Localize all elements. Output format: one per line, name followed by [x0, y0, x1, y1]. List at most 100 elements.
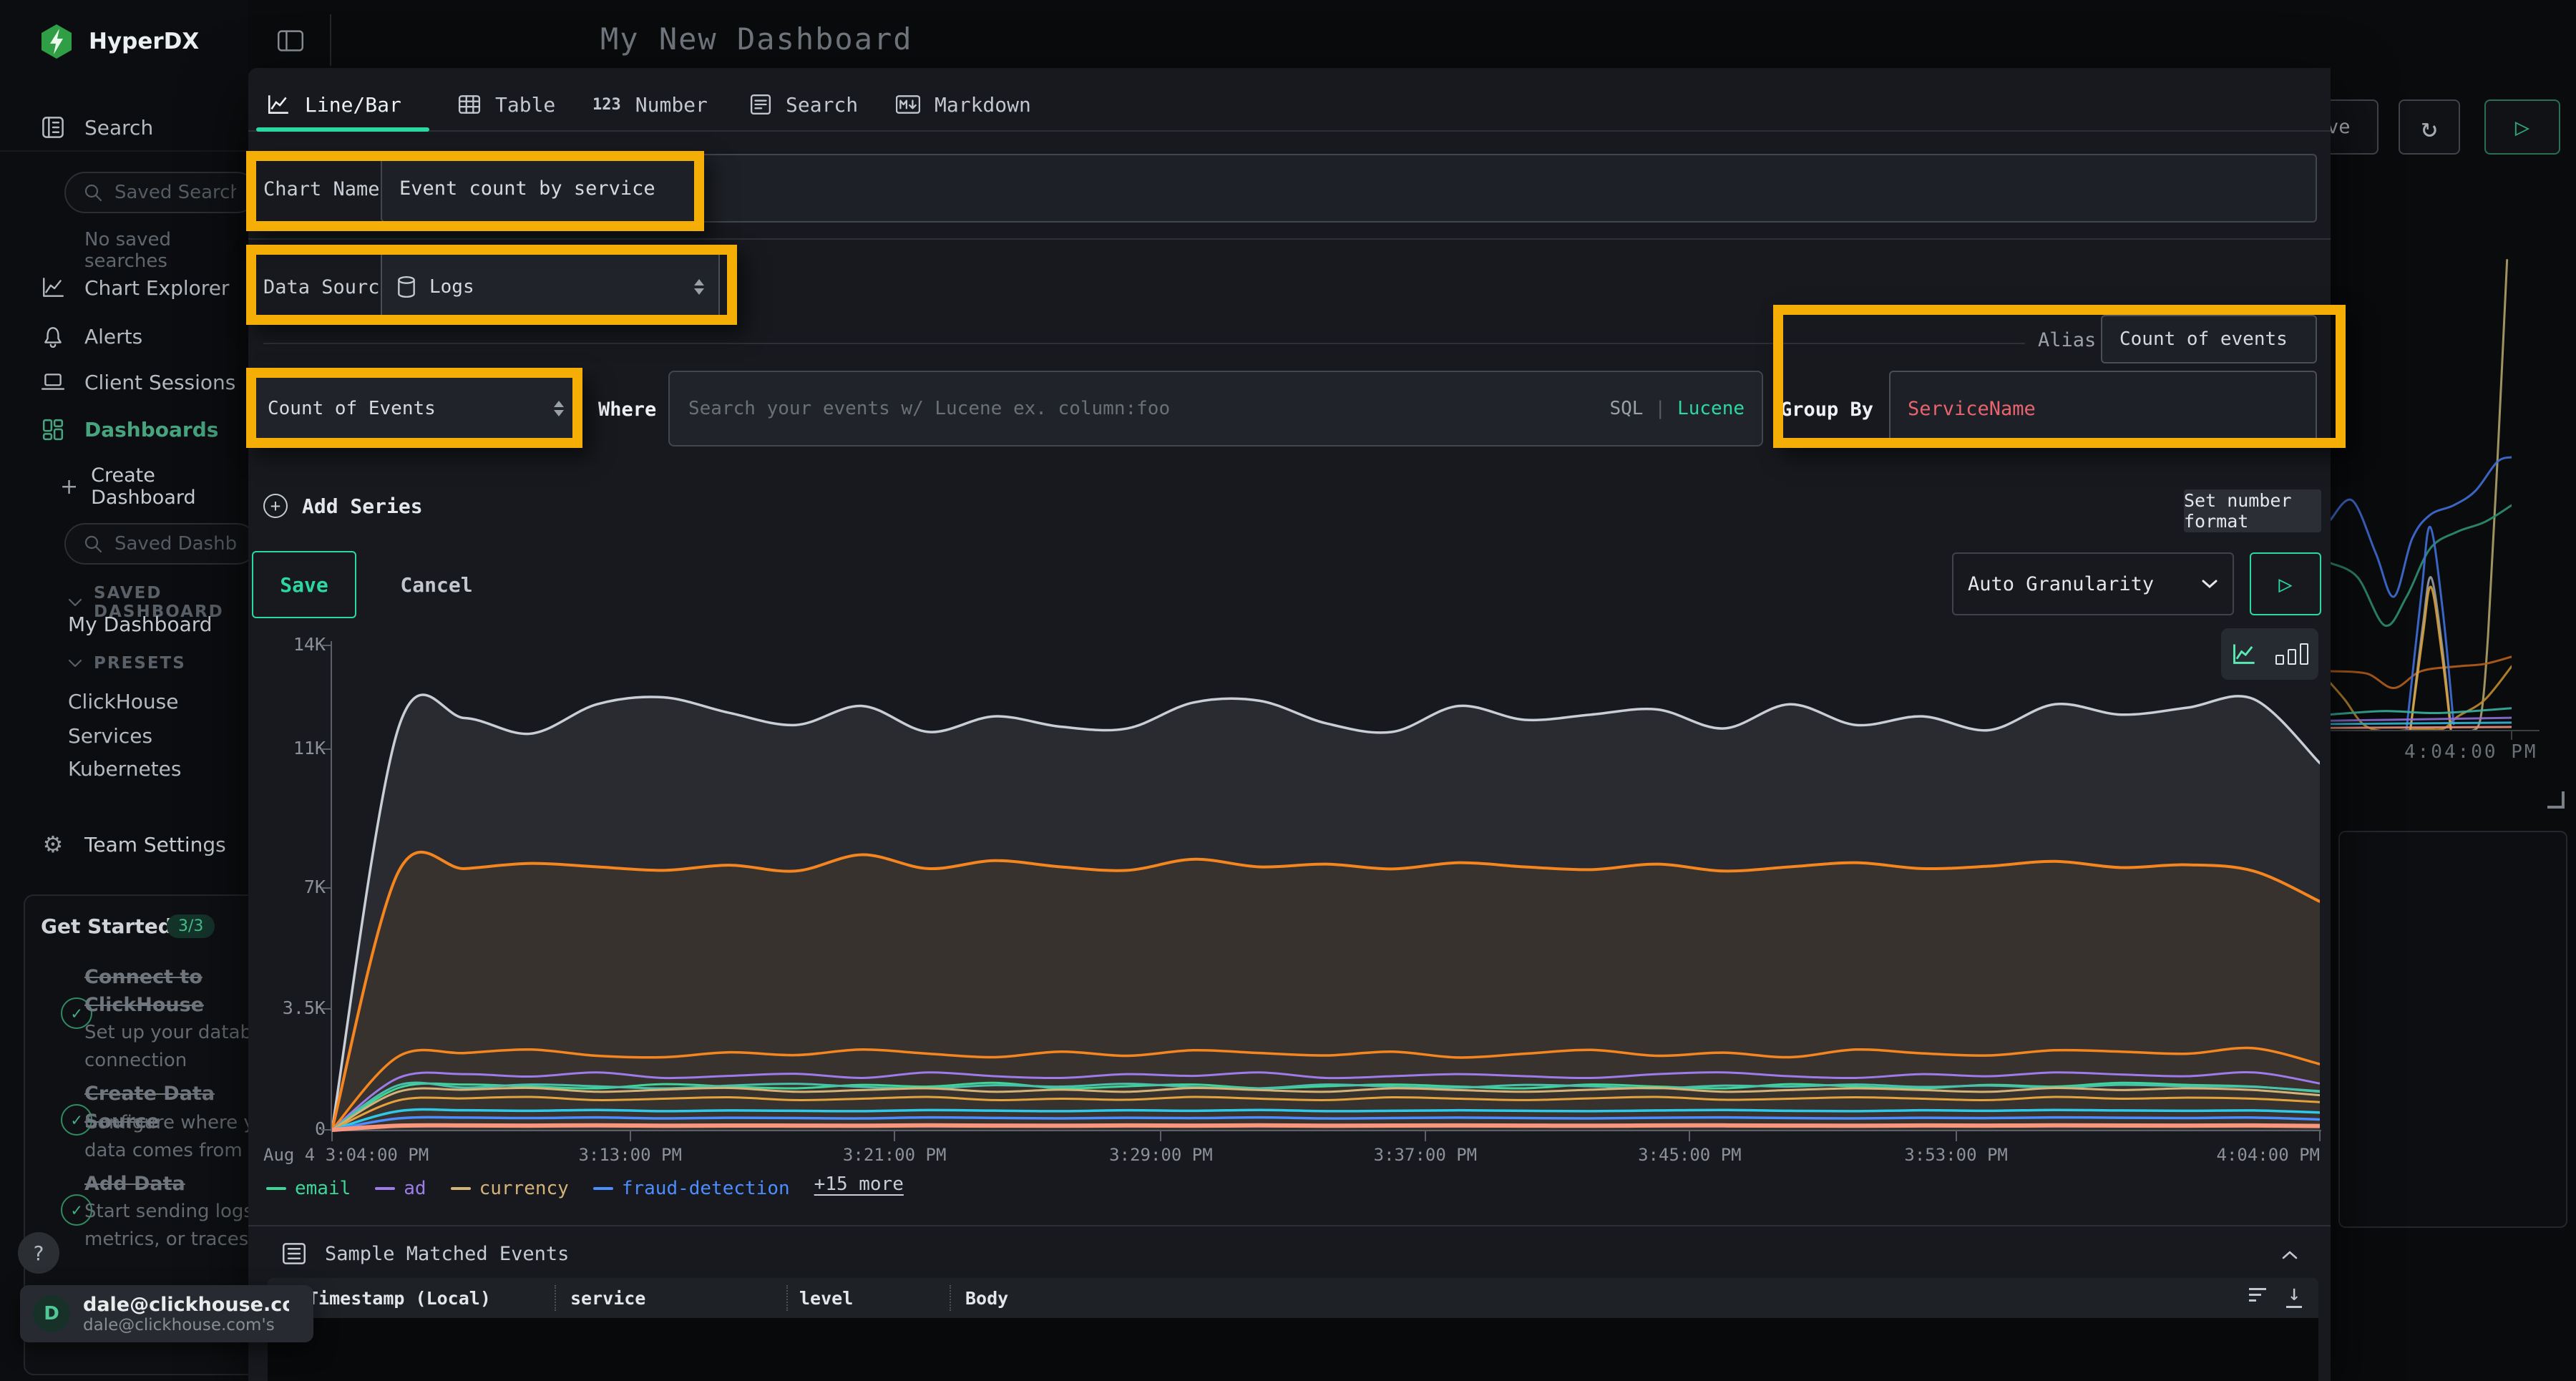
tab-number[interactable]: 123 Number	[592, 77, 708, 132]
events-table-body	[268, 1318, 2318, 1381]
tab-markdown[interactable]: Markdown	[896, 77, 1031, 132]
number-123-icon: 123	[592, 96, 621, 114]
section-divider	[248, 1225, 2331, 1226]
where-input[interactable]: SQL | Lucene	[668, 371, 1763, 446]
saved-searches-input[interactable]	[113, 181, 238, 204]
sidebar-item-dashboards[interactable]: Dashboards	[40, 414, 218, 445]
create-dashboard-label: Create Dashboard	[91, 464, 248, 509]
sidebar-item-client-sessions[interactable]: Client Sessions	[40, 366, 235, 398]
search-icon	[83, 182, 103, 202]
sidebar-item-team-settings[interactable]: ⚙ Team Settings	[40, 829, 226, 860]
sidebar-item-search[interactable]: Search	[40, 112, 153, 143]
saved-dashboards-search[interactable]	[64, 523, 258, 565]
column-separator[interactable]	[950, 1285, 951, 1311]
saved-dashboards-input[interactable]	[113, 532, 238, 555]
sample-events-header[interactable]: Sample Matched Events	[282, 1242, 569, 1265]
active-tab-underline	[256, 127, 429, 132]
help-button[interactable]: ?	[18, 1232, 59, 1274]
presets-section-header[interactable]: PRESETS	[68, 654, 186, 673]
saved-searches-search[interactable]	[64, 172, 258, 213]
list-icon	[282, 1242, 306, 1265]
save-button[interactable]: Save	[252, 551, 356, 618]
download-icon[interactable]: ↓	[2286, 1281, 2302, 1308]
highlight-box-data-source	[246, 245, 737, 325]
chevron-up-icon[interactable]	[2282, 1250, 2298, 1260]
section-divider	[263, 343, 2025, 344]
sidebar-item-label: Chart Explorer	[84, 276, 229, 300]
run-chart-button[interactable]: ▷	[2250, 552, 2321, 615]
where-search-input[interactable]	[687, 397, 1609, 420]
legend-item[interactable]: email	[266, 1178, 351, 1199]
highlight-box-group-by	[1773, 305, 2346, 448]
y-axis-tick	[321, 1129, 331, 1131]
chevron-down-icon	[68, 598, 82, 607]
tab-line-bar[interactable]: Line/Bar	[266, 77, 401, 132]
legend-item[interactable]: +15 more	[814, 1173, 904, 1195]
header-divider	[330, 14, 331, 66]
sidebar-item-alerts[interactable]: Alerts	[40, 321, 142, 352]
sidebar-item-kubernetes[interactable]: Kubernetes	[68, 757, 182, 781]
sql-toggle[interactable]: SQL	[1609, 398, 1643, 419]
where-label: Where	[598, 399, 656, 421]
bell-icon	[40, 325, 66, 348]
sidebar-item-my-dashboard[interactable]: My Dashboard	[68, 613, 213, 636]
legend-swatch	[451, 1187, 471, 1190]
chart-legend: email ad currency fraud-detection +15 more	[266, 1173, 928, 1199]
plus-icon: +	[60, 474, 78, 499]
logo[interactable]: HyperDX	[40, 24, 199, 59]
x-axis-label: 3:13:00 PM	[578, 1145, 682, 1165]
add-series-button[interactable]: + Add Series	[263, 494, 423, 518]
cancel-button[interactable]: Cancel	[386, 551, 487, 618]
sidebar-item-chart-explorer[interactable]: Chart Explorer	[40, 272, 229, 303]
highlight-box-chart-name	[246, 151, 704, 231]
x-axis-label: 3:53:00 PM	[1904, 1145, 2008, 1165]
markdown-icon	[896, 94, 920, 114]
lucene-toggle[interactable]: Lucene	[1677, 398, 1745, 419]
column-header[interactable]: level	[799, 1278, 853, 1318]
logo-text: HyperDX	[89, 29, 199, 54]
sidebar-item-services[interactable]: Services	[68, 724, 152, 748]
background-empty-panel	[2338, 831, 2567, 1228]
set-number-format-button[interactable]: Set number format	[2184, 489, 2321, 532]
user-menu[interactable]: D dale@clickhouse.com dale@clickhouse.co…	[20, 1285, 313, 1342]
hyperdx-logo-icon	[40, 24, 73, 59]
y-axis-tick	[321, 1008, 331, 1010]
create-dashboard-button[interactable]: + Create Dashboard	[60, 471, 248, 502]
bg-chart-tick	[2511, 730, 2512, 740]
refresh-button[interactable]: ↻	[2399, 99, 2460, 155]
granularity-select[interactable]: Auto Granularity	[1952, 552, 2234, 615]
main-chart[interactable]	[332, 641, 2320, 1135]
circle-plus-icon: +	[263, 494, 288, 518]
play-icon: ▷	[2515, 113, 2529, 142]
page-header: My New Dashboard	[248, 0, 2576, 68]
y-axis-label: 7K	[248, 877, 326, 897]
tab-table[interactable]: Table	[458, 77, 555, 132]
legend-swatch	[375, 1187, 395, 1190]
y-axis-tick	[321, 645, 331, 646]
sidebar-toggle-icon[interactable]	[277, 29, 304, 53]
column-header[interactable]: Body	[965, 1278, 1008, 1318]
column-separator[interactable]	[555, 1285, 556, 1311]
user-email: dale@clickhouse.com	[83, 1294, 289, 1316]
legend-label: ad	[404, 1178, 426, 1199]
resize-handle[interactable]	[2547, 791, 2565, 809]
legend-item[interactable]: currency	[451, 1178, 569, 1199]
bg-chart-time-label: 4:04:00 PM	[2404, 741, 2538, 763]
get-started-title: Get Started	[41, 914, 172, 938]
search-list-icon	[750, 94, 771, 115]
sidebar-item-clickhouse[interactable]: ClickHouse	[68, 690, 178, 713]
line-chart-icon	[266, 93, 291, 116]
column-header[interactable]: Timestamp (Local)	[308, 1278, 491, 1318]
legend-item[interactable]: ad	[375, 1178, 426, 1199]
legend-item[interactable]: fraud-detection	[593, 1178, 790, 1199]
section-divider	[248, 238, 2331, 240]
run-query-button-bg[interactable]: ▷	[2484, 99, 2560, 155]
legend-label: currency	[479, 1178, 569, 1199]
y-axis-tick	[321, 887, 331, 889]
column-header[interactable]: service	[570, 1278, 645, 1318]
column-separator[interactable]	[786, 1285, 788, 1311]
filter-icon[interactable]	[2249, 1288, 2266, 1302]
highlight-box-aggregation	[246, 368, 582, 448]
tab-search[interactable]: Search	[750, 77, 858, 132]
no-saved-searches-label: No saved searches	[84, 229, 248, 272]
